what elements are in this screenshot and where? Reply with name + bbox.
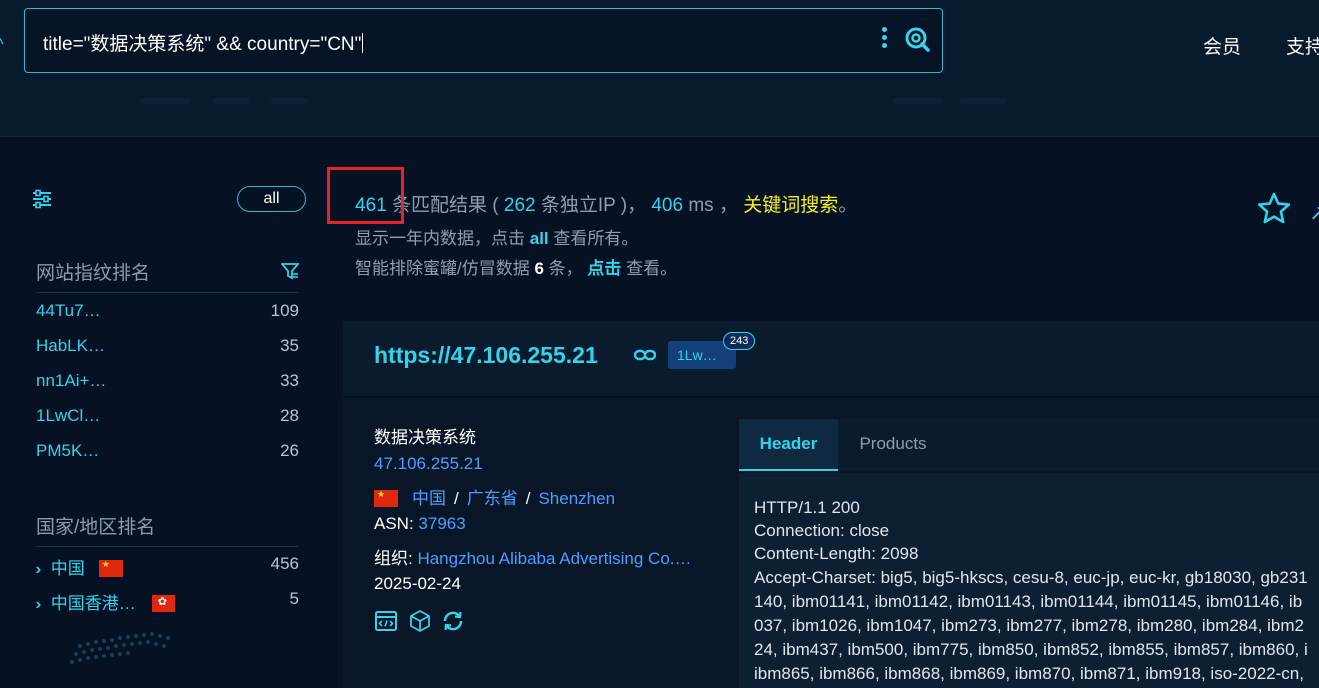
location-row: 中国/广东省/Shenzhen bbox=[374, 484, 615, 509]
code-window-icon[interactable] bbox=[374, 609, 398, 633]
fingerprint-row[interactable]: HabLK… 35 bbox=[36, 336, 299, 360]
country-link[interactable]: 中国 bbox=[412, 489, 446, 508]
header-line: Accept-Charset: big5, big5-hkscs, cesu-8… bbox=[754, 568, 1308, 587]
header-line: ibm865, ibm866, ibm868, ibm869, ibm870, … bbox=[754, 664, 1304, 683]
tab-header[interactable]: Header bbox=[739, 419, 838, 471]
query-time: 406 bbox=[651, 195, 684, 216]
divider bbox=[213, 98, 249, 104]
show-all-link[interactable]: all bbox=[530, 229, 549, 248]
header-line: Connection: close bbox=[754, 521, 890, 540]
fingerprint-count: 109 bbox=[270, 301, 299, 320]
fingerprint-count: 28 bbox=[280, 406, 299, 425]
header-line: 24, ibm437, ibm500, ibm775, ibm850, ibm8… bbox=[754, 640, 1308, 659]
divider bbox=[140, 98, 190, 104]
fingerprint-count: 26 bbox=[280, 441, 299, 460]
cube-icon[interactable] bbox=[408, 609, 432, 633]
refresh-icon[interactable] bbox=[441, 609, 465, 633]
nav-member[interactable]: 会员 bbox=[1203, 32, 1241, 59]
http-header-panel: HTTP/1.1 200 Connection: close Content-L… bbox=[739, 473, 1319, 688]
result-url-link[interactable]: https://47.106.255.21 bbox=[374, 342, 598, 369]
result-card-body: 数据决策系统 47.106.255.21 中国/广东省/Shenzhen ASN… bbox=[343, 398, 1319, 688]
fingerprint-row[interactable]: PM5K… 26 bbox=[36, 441, 299, 465]
filter-settings-icon[interactable] bbox=[31, 188, 53, 210]
top-header: ^ title="数据决策系统" && country="CN" 会员 支持 bbox=[0, 0, 1319, 137]
tab-products[interactable]: Products bbox=[838, 419, 948, 471]
share-icon[interactable]: ↗ bbox=[1309, 200, 1319, 226]
fingerprint-name[interactable]: nn1Ai+… bbox=[36, 371, 106, 391]
fingerprint-rank-title: 网站指纹排名 bbox=[36, 263, 151, 284]
honeypot-count: 6 bbox=[534, 259, 544, 278]
funnel-icon[interactable] bbox=[281, 262, 299, 280]
detail-tabs: Header Products bbox=[739, 419, 1319, 471]
divider bbox=[960, 98, 1006, 104]
time-range-note: 显示一年内数据，点击 all 查看所有。 bbox=[355, 229, 639, 248]
org-row: 组织: Hangzhou Alibaba Advertising Co.… bbox=[374, 549, 692, 568]
divider bbox=[270, 98, 308, 104]
search-input[interactable]: title="数据决策系统" && country="CN" bbox=[43, 29, 364, 56]
fingerprint-name[interactable]: HabLK… bbox=[36, 336, 105, 356]
sidebar: all 网站指纹排名 44Tu7… 109 HabLK… 35 nn1Ai+… … bbox=[0, 138, 320, 688]
china-flag-icon bbox=[98, 559, 123, 577]
tag-count-badge: 243 bbox=[723, 332, 756, 350]
search-icon[interactable] bbox=[903, 25, 931, 53]
country-count: 5 bbox=[289, 589, 299, 608]
country-name[interactable]: ›› 中国香港… bbox=[36, 589, 175, 614]
fingerprint-name[interactable]: 1LwCl… bbox=[36, 406, 100, 426]
header-line: 140, ibm01141, ibm01142, ibm01143, ibm01… bbox=[754, 592, 1303, 611]
highlight-annotation bbox=[327, 167, 404, 224]
search-box[interactable]: title="数据决策系统" && country="CN" bbox=[24, 8, 943, 73]
more-options-icon[interactable] bbox=[879, 27, 889, 51]
site-title: 数据决策系统 bbox=[374, 428, 476, 447]
ip-link[interactable]: 47.106.255.21 bbox=[374, 454, 483, 473]
city-link[interactable]: Shenzhen bbox=[538, 489, 615, 508]
hongkong-flag-icon bbox=[151, 595, 175, 612]
fingerprint-row[interactable]: nn1Ai+… 33 bbox=[36, 371, 299, 395]
star-icon[interactable] bbox=[1256, 191, 1292, 227]
fingerprint-name[interactable]: 44Tu7… bbox=[36, 301, 101, 321]
fingerprint-count: 33 bbox=[280, 371, 299, 390]
header-line: 037, ibm1026, ibm1047, ibm273, ibm277, i… bbox=[754, 616, 1304, 635]
fingerprint-name[interactable]: PM5K… bbox=[36, 441, 99, 461]
keyword-search-link[interactable]: 关键词搜索 bbox=[743, 195, 838, 216]
country-name[interactable]: ›› 中国 bbox=[36, 554, 123, 579]
divider bbox=[36, 546, 298, 547]
result-card-header: https://47.106.255.21 1Lw… 243 bbox=[343, 321, 1319, 396]
unique-ip-count: 262 bbox=[503, 195, 536, 216]
world-map-graphic bbox=[70, 632, 170, 664]
country-row[interactable]: ›› 中国 456 bbox=[36, 554, 299, 578]
all-toggle-button[interactable]: all bbox=[237, 186, 306, 212]
honeypot-note: 智能排除蜜罐/仿冒数据 6 条， 点击 查看。 bbox=[355, 259, 678, 278]
date-text: 2025-02-24 bbox=[374, 574, 461, 593]
divider bbox=[36, 292, 298, 293]
header-line: HTTP/1.1 200 bbox=[754, 498, 860, 517]
country-count: 456 bbox=[270, 554, 299, 573]
divider bbox=[893, 98, 943, 104]
header-line: Content-Length: 2098 bbox=[754, 544, 919, 563]
fingerprint-row[interactable]: 1LwCl… 28 bbox=[36, 406, 299, 430]
nav-support[interactable]: 支持 bbox=[1286, 32, 1319, 59]
logo-icon[interactable]: ^ bbox=[0, 36, 4, 54]
country-row[interactable]: ›› 中国香港… 5 bbox=[36, 589, 299, 613]
china-flag-icon bbox=[374, 489, 398, 507]
ip-link-row: 47.106.255.21 bbox=[374, 454, 483, 474]
result-summary: 461 条匹配结果 ( 262 条独立IP )， 406 ms ， 关键词搜索。 bbox=[355, 195, 858, 216]
country-rank-title: 国家/地区排名 bbox=[36, 517, 156, 538]
asn-row: ASN: 37963 bbox=[374, 514, 466, 533]
org-link[interactable]: Hangzhou Alibaba Advertising Co.… bbox=[417, 549, 691, 568]
fingerprint-count: 35 bbox=[280, 336, 299, 355]
province-link[interactable]: 广东省 bbox=[467, 489, 518, 508]
fingerprint-row[interactable]: 44Tu7… 109 bbox=[36, 301, 299, 325]
asn-link[interactable]: 37963 bbox=[418, 514, 465, 533]
link-icon[interactable] bbox=[634, 347, 656, 363]
view-honeypot-link[interactable]: 点击 bbox=[587, 259, 621, 278]
